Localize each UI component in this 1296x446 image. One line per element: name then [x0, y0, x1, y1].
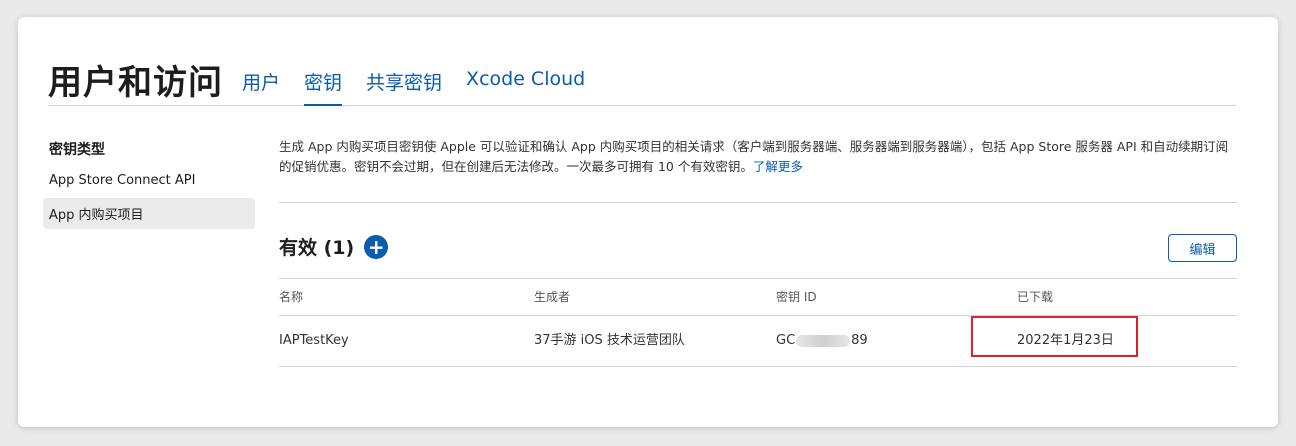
tab-keys[interactable]: 密钥	[304, 68, 343, 106]
tab-users[interactable]: 用户	[242, 68, 280, 105]
edit-button[interactable]: 编辑	[1168, 234, 1237, 262]
tab-xcode-cloud[interactable]: Xcode Cloud	[466, 68, 585, 105]
key-id: GC 89	[776, 316, 868, 366]
page-title: 用户和访问	[48, 63, 223, 103]
table-header: 名称 生成者 密钥 ID 已下载	[279, 278, 1237, 316]
column-header-creator: 生成者	[534, 290, 571, 304]
divider	[279, 202, 1237, 203]
column-header-downloaded: 已下载	[1017, 290, 1054, 304]
plus-icon: +	[367, 234, 385, 259]
sidebar-heading: 密钥类型	[49, 142, 105, 158]
redacted-blur	[796, 334, 851, 347]
description: 生成 App 内购买项目密钥使 Apple 可以验证和确认 App 内购买项目的…	[279, 137, 1239, 177]
learn-more-link[interactable]: 了解更多	[753, 159, 803, 174]
main-card: 用户和访问 用户 密钥 共享密钥 Xcode Cloud 密钥类型 App St…	[18, 17, 1278, 427]
sidebar-item-app-store-connect-api[interactable]: App Store Connect API	[43, 167, 255, 194]
add-key-button[interactable]: +	[364, 234, 389, 259]
tab-bar: 用户 密钥 共享密钥 Xcode Cloud	[242, 68, 609, 106]
highlight-annotation	[971, 316, 1138, 357]
key-id-prefix: GC	[776, 333, 796, 348]
column-header-key-id: 密钥 ID	[776, 290, 817, 304]
key-id-suffix: 89	[851, 333, 868, 348]
tab-shared-secret[interactable]: 共享密钥	[366, 68, 442, 105]
page-header: 用户和访问 用户 密钥 共享密钥 Xcode Cloud	[48, 53, 1236, 106]
sidebar-item-in-app-purchase[interactable]: App 内购买项目	[43, 198, 255, 229]
key-creator: 37手游 iOS 技术运营团队	[534, 333, 685, 348]
sidebar: 密钥类型 App Store Connect API App 内购买项目	[43, 135, 255, 233]
column-header-name: 名称	[279, 290, 304, 304]
section-title: 有效 (1)	[279, 237, 355, 259]
key-name: IAPTestKey	[279, 333, 349, 348]
section-header: 有效 (1) +	[279, 233, 389, 260]
